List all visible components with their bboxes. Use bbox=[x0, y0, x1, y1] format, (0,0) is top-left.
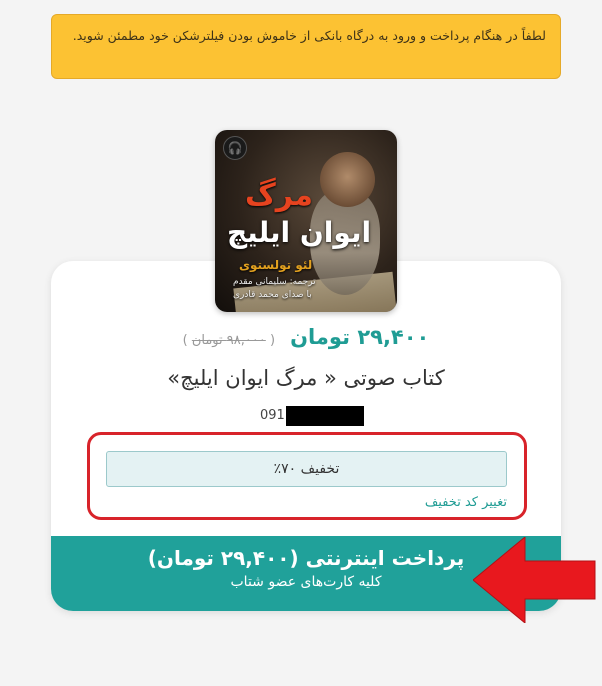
user-phone: 091 bbox=[260, 406, 364, 426]
alert-text: لطفاً در هنگام پرداخت و ورود به درگاه با… bbox=[72, 28, 546, 43]
discount-applied-field: تخفیف ۷۰٪ bbox=[106, 451, 507, 487]
price-line: ۲۹,۴۰۰ تومان ( ۹۸,۰۰۰ تومان ) bbox=[51, 325, 561, 349]
filter-warning-alert: لطفاً در هنگام پرداخت و ورود به درگاه با… bbox=[51, 14, 561, 79]
headphones-icon: 🎧 bbox=[223, 136, 247, 160]
cover-title-top: مرگ bbox=[245, 178, 313, 213]
price-old-wrapper: ( ۹۸,۰۰۰ تومان ) bbox=[182, 333, 276, 348]
red-arrow-icon bbox=[473, 537, 596, 623]
product-title: کتاب صوتی « مرگ ایوان ایلیچ» bbox=[167, 366, 445, 390]
cover-author: لئو تولستوی bbox=[239, 258, 313, 272]
cover-credit-narrator: با صدای محمد قادری bbox=[233, 290, 312, 300]
price-old: ۹۸,۰۰۰ تومان bbox=[191, 333, 266, 348]
phone-redaction bbox=[285, 406, 364, 426]
cover-portrait-face bbox=[320, 152, 375, 207]
change-discount-link[interactable]: تغییر کد تخفیف bbox=[407, 495, 507, 510]
phone-prefix: 091 bbox=[260, 408, 285, 423]
cover-credit-translator: ترجمه: سلیمانی مقدم bbox=[233, 277, 316, 287]
cover-title-main: ایوان ایلیچ bbox=[227, 216, 372, 249]
book-cover: 🎧 مرگ ایوان ایلیچ لئو تولستوی ترجمه: سلی… bbox=[215, 130, 397, 312]
price-current: ۲۹,۴۰۰ تومان bbox=[290, 325, 430, 349]
